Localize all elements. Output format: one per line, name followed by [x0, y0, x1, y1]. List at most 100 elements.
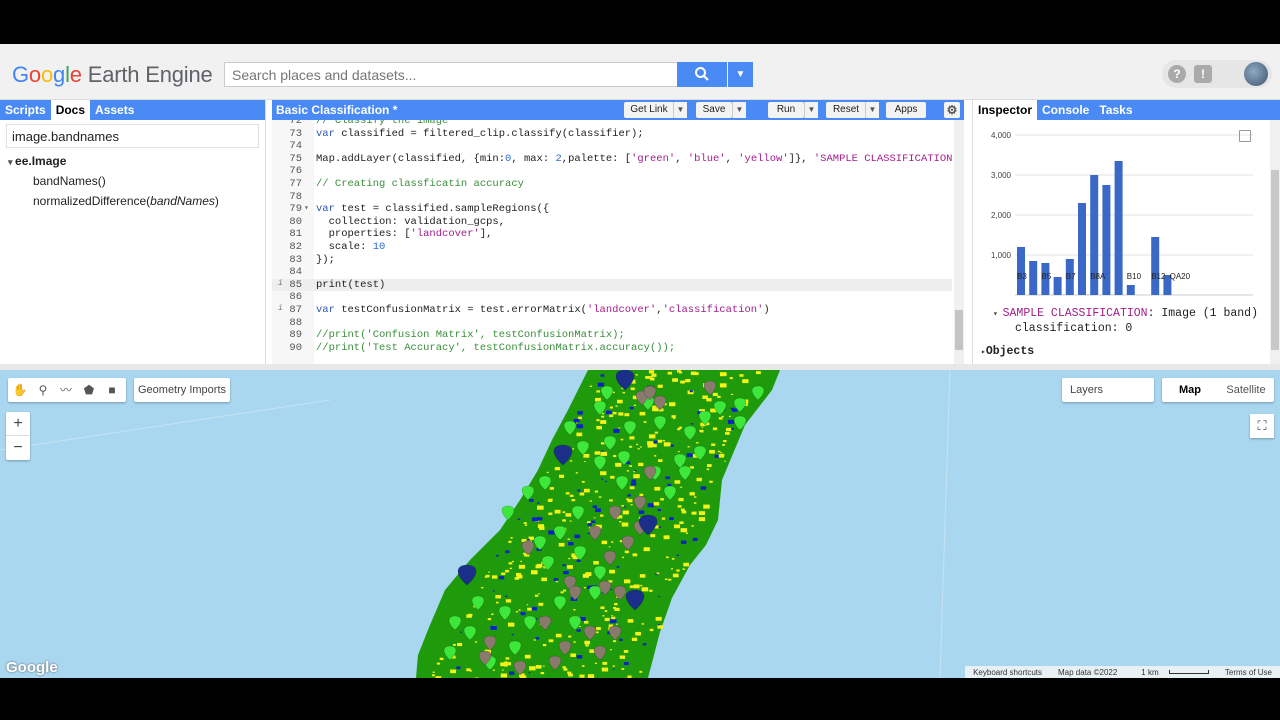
landcover-speck — [553, 578, 559, 581]
get-link-button[interactable]: Get Link — [624, 102, 674, 118]
landcover-speck — [613, 668, 615, 670]
code-line[interactable]: 72 // Classify the image — [272, 120, 952, 128]
tab-inspector[interactable]: Inspector — [973, 100, 1038, 120]
landcover-speck — [537, 517, 543, 521]
tree-item-bandnames[interactable]: bandNames() — [8, 174, 265, 188]
reset-button[interactable]: Reset — [826, 102, 866, 118]
draw-line-icon[interactable]: 〰 — [58, 382, 74, 398]
fold-arrow-icon[interactable]: ▾ — [304, 203, 309, 213]
code-line[interactable]: 78 — [272, 191, 952, 204]
landcover-speck — [452, 643, 456, 646]
objects-row[interactable]: ▸Objects — [981, 345, 1034, 358]
search-button[interactable] — [677, 62, 727, 87]
tab-scripts[interactable]: Scripts — [0, 100, 51, 120]
avatar[interactable] — [1244, 62, 1268, 86]
map-view[interactable]: ✋ ⚲ 〰 ⬟ ■ Geometry Imports + − Layers Ma… — [0, 370, 1280, 678]
code-line[interactable]: i 85 print(test) — [272, 278, 952, 292]
inspector-scrollbar[interactable] — [1270, 120, 1280, 364]
get-link-dropdown[interactable]: ▼ — [673, 102, 687, 118]
code-line[interactable]: 90 //print('Test Accuracy', testConfusion… — [272, 342, 952, 355]
scrollbar-thumb[interactable] — [955, 310, 963, 350]
save-button[interactable]: Save — [696, 102, 732, 118]
landcover-speck — [709, 449, 715, 454]
code-line[interactable]: 83}); — [272, 254, 952, 267]
code-line[interactable]: 84 — [272, 266, 952, 279]
landcover-speck — [631, 637, 638, 641]
tab-assets[interactable]: Assets — [90, 100, 139, 120]
landcover-speck — [612, 665, 615, 667]
keyboard-shortcuts-link[interactable]: Keyboard shortcuts — [965, 668, 1050, 677]
code-line[interactable]: i 87 var testConfusionMatrix = test.errorM… — [272, 304, 952, 317]
satellite-button[interactable]: Satellite — [1218, 378, 1274, 402]
landcover-speck — [505, 595, 508, 598]
code-line[interactable]: 89 //print('Confusion Matrix', testConfus… — [272, 329, 952, 342]
tab-docs[interactable]: Docs — [50, 100, 91, 120]
code-line[interactable]: 82 scale: 10 — [272, 241, 952, 254]
draw-shape-icon[interactable]: ⬟ — [81, 382, 97, 398]
landcover-speck — [568, 635, 572, 638]
save-dropdown[interactable]: ▼ — [732, 102, 746, 118]
run-button[interactable]: Run — [768, 102, 804, 118]
code-line[interactable]: 88 — [272, 317, 952, 330]
landcover-speck — [712, 392, 718, 396]
landcover-speck — [632, 553, 638, 557]
result-line[interactable]: ▾ SAMPLE CLASSIFICATION: Image (1 band) — [993, 307, 1258, 320]
x-tick-label: B5 — [1041, 272, 1051, 281]
code-line[interactable]: 80 collection: validation_gcps, — [272, 216, 952, 229]
code-line[interactable]: 75 Map.addLayer(classified, {min:0, max: … — [272, 153, 952, 166]
fullscreen-icon[interactable]: ⛶ — [1250, 414, 1274, 438]
code-line[interactable]: 86 — [272, 291, 952, 304]
zoom-in-button[interactable]: + — [6, 412, 30, 436]
gear-icon[interactable]: ⚙ — [944, 102, 960, 118]
editor-scrollbar[interactable] — [954, 120, 964, 364]
search-dropdown-button[interactable]: ▼ — [728, 62, 753, 87]
band-histogram-chart: 4,000 3,000 2,000 1,000 B3 B5 B7 B8A B10 B12 QA20 — [991, 131, 1253, 296]
pan-hand-icon[interactable]: ✋ — [12, 382, 28, 398]
app-logo[interactable]: Google Earth Engine — [12, 62, 213, 88]
terms-link[interactable]: Terms of Use — [1217, 668, 1280, 677]
code-line[interactable]: 81 properties: ['landcover'], — [272, 228, 952, 241]
code-line[interactable]: 76 — [272, 165, 952, 178]
line-number: 85 — [289, 278, 302, 291]
open-in-new-icon[interactable] — [1239, 130, 1251, 142]
expand-caret-icon: ▾ — [993, 310, 1003, 319]
line-number: 86 — [289, 291, 302, 304]
tree-root-ee-image[interactable]: ▾ ee.Image — [8, 154, 265, 168]
code-line[interactable]: 73 var classified = filtered_clip.classif… — [272, 128, 952, 141]
geometry-imports-button[interactable]: Geometry Imports — [134, 378, 230, 402]
map-button[interactable]: Map — [1162, 378, 1218, 402]
tree-item-normalizeddifference[interactable]: normalizedDifference(bandNames) — [8, 194, 265, 208]
landcover-speck — [611, 541, 614, 543]
layers-button[interactable]: Layers — [1062, 378, 1154, 402]
docs-search-input[interactable]: image.bandnames — [6, 124, 259, 148]
help-icon[interactable]: ? — [1168, 65, 1186, 83]
zoom-out-button[interactable]: − — [6, 436, 30, 460]
search-input[interactable] — [224, 62, 678, 87]
landcover-speck — [600, 451, 608, 456]
landcover-speck — [654, 431, 658, 434]
landcover-speck — [558, 542, 565, 547]
google-watermark: Google — [6, 659, 58, 676]
reset-dropdown[interactable]: ▼ — [865, 102, 879, 118]
landcover-speck — [727, 419, 735, 424]
run-dropdown[interactable]: ▼ — [804, 102, 818, 118]
apps-button[interactable]: Apps — [886, 102, 926, 118]
landcover-speck — [601, 667, 609, 672]
tab-console[interactable]: Console — [1037, 100, 1094, 120]
code-line[interactable]: 77 // Creating classficatin accuracy — [272, 178, 952, 191]
line-number: 74 — [289, 140, 302, 153]
code-line[interactable]: ▾ 79 var test = classified.sampleRegions({ — [272, 203, 952, 216]
add-marker-icon[interactable]: ⚲ — [35, 382, 51, 398]
tab-tasks[interactable]: Tasks — [1094, 100, 1137, 120]
landcover-speck — [674, 524, 680, 529]
draw-rectangle-icon[interactable]: ■ — [104, 382, 120, 398]
landcover-speck — [620, 438, 624, 441]
landcover-speck — [592, 505, 598, 509]
feedback-icon[interactable]: ! — [1194, 65, 1212, 83]
code-area[interactable]: 72 // Classify the image 73 var classified … — [272, 120, 952, 364]
landcover-speck — [680, 380, 685, 384]
scrollbar-thumb[interactable] — [1271, 170, 1279, 350]
map-canvas[interactable] — [0, 370, 1280, 678]
code-line[interactable]: 74 — [272, 140, 952, 153]
landcover-speck — [671, 558, 675, 560]
